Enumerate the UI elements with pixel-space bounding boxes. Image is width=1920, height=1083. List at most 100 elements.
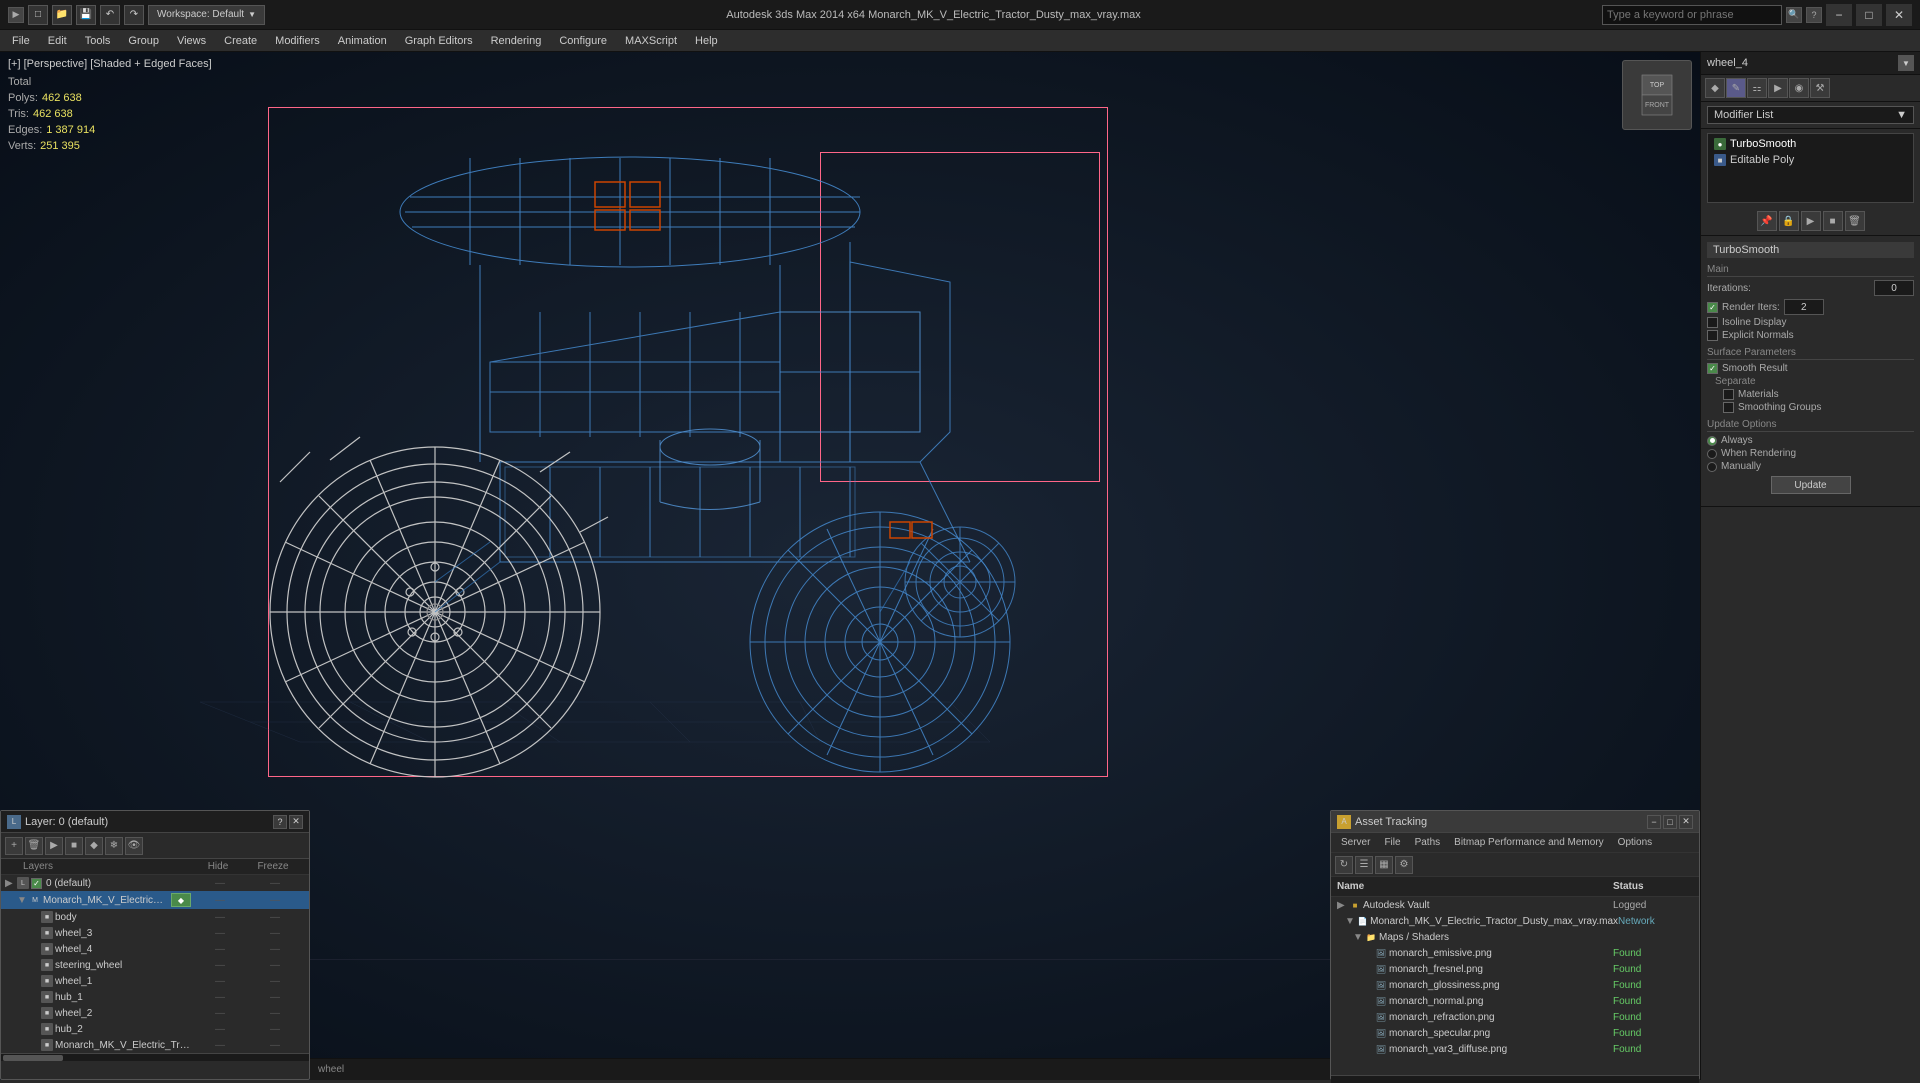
remove-modifier-icon[interactable]: 🗑 bbox=[1845, 211, 1865, 231]
menu-modifiers[interactable]: Modifiers bbox=[267, 33, 328, 49]
layer-item-monarch2[interactable]: ■ Monarch_MK_V_Electric_Tractor_Dusty — … bbox=[1, 1037, 309, 1053]
menu-configure[interactable]: Configure bbox=[551, 33, 615, 49]
layers-freeze-all-btn[interactable]: ❄ bbox=[105, 837, 123, 855]
menu-rendering[interactable]: Rendering bbox=[483, 33, 550, 49]
menu-animation[interactable]: Animation bbox=[330, 33, 395, 49]
smooth-result-checkbox[interactable]: ✓ bbox=[1707, 363, 1718, 374]
motion-icon[interactable]: ▶ bbox=[1768, 78, 1788, 98]
layers-new-btn[interactable]: + bbox=[5, 837, 23, 855]
when-rendering-radio[interactable] bbox=[1707, 449, 1717, 459]
menu-tools[interactable]: Tools bbox=[77, 33, 119, 49]
asset-item-fresnel[interactable]: 🖼 monarch_fresnel.png Found bbox=[1331, 961, 1699, 977]
layer-item-steering[interactable]: ■ steering_wheel — — bbox=[1, 957, 309, 973]
materials-checkbox[interactable] bbox=[1723, 389, 1734, 400]
help-icon[interactable]: ? bbox=[1806, 7, 1822, 23]
lock-icon[interactable]: 🔒 bbox=[1779, 211, 1799, 231]
minimize-btn[interactable]: − bbox=[1826, 4, 1852, 26]
layer-item-monarch[interactable]: ▼ M Monarch_MK_V_Electric_Tractor_Dusty … bbox=[1, 891, 309, 909]
asset-settings-btn[interactable]: ⚙ bbox=[1395, 856, 1413, 874]
show-result-icon[interactable]: ■ bbox=[1823, 211, 1843, 231]
layers-scrollbar-thumb[interactable] bbox=[3, 1055, 63, 1061]
asset-restore-btn[interactable]: □ bbox=[1663, 815, 1677, 829]
asset-item-vault[interactable]: ▶ ■ Autodesk Vault Logged bbox=[1331, 897, 1699, 913]
asset-menu-file[interactable]: File bbox=[1378, 837, 1406, 848]
layers-hide-all-btn[interactable]: 👁 bbox=[125, 837, 143, 855]
render-iters-input[interactable] bbox=[1784, 299, 1824, 315]
asset-menu-bitmap[interactable]: Bitmap Performance and Memory bbox=[1448, 837, 1610, 848]
render-iters-checkbox[interactable]: ✓ bbox=[1707, 302, 1718, 313]
search-icon[interactable]: 🔍 bbox=[1786, 7, 1802, 23]
modifier-list-dropdown[interactable]: Modifier List ▼ bbox=[1707, 106, 1914, 124]
layer-expand-default[interactable]: ▶ bbox=[5, 878, 15, 889]
asset-minimize-btn[interactable]: − bbox=[1647, 815, 1661, 829]
asset-item-refraction[interactable]: 🖼 monarch_refraction.png Found bbox=[1331, 1009, 1699, 1025]
menu-file[interactable]: File bbox=[4, 33, 38, 49]
layers-scrollbar[interactable] bbox=[1, 1053, 309, 1061]
layer-item-wheel4[interactable]: ■ wheel_4 — — bbox=[1, 941, 309, 957]
menu-help[interactable]: Help bbox=[687, 33, 726, 49]
turbosmooth-title[interactable]: TurboSmooth bbox=[1707, 242, 1914, 258]
undo-btn[interactable]: ↶ bbox=[100, 5, 120, 25]
layer-item-wheel1[interactable]: ■ wheel_1 — — bbox=[1, 973, 309, 989]
asset-item-diffuse[interactable]: 🖼 monarch_var3_diffuse.png Found bbox=[1331, 1041, 1699, 1057]
display-icon[interactable]: ◉ bbox=[1789, 78, 1809, 98]
show-end-icon[interactable]: ▶ bbox=[1801, 211, 1821, 231]
layers-titlebar[interactable]: L Layer: 0 (default) ? ✕ bbox=[1, 811, 309, 833]
menu-edit[interactable]: Edit bbox=[40, 33, 75, 49]
layer-active-check[interactable]: ✓ bbox=[31, 878, 42, 889]
layer-expand-monarch[interactable]: ▼ bbox=[17, 895, 27, 906]
asset-item-normal[interactable]: 🖼 monarch_normal.png Found bbox=[1331, 993, 1699, 1009]
layer-item-wheel3[interactable]: ■ wheel_3 — — bbox=[1, 925, 309, 941]
iterations-input[interactable] bbox=[1874, 280, 1914, 296]
asset-titlebar[interactable]: A Asset Tracking − □ ✕ bbox=[1331, 811, 1699, 833]
search-input[interactable] bbox=[1602, 5, 1782, 25]
asset-item-mainfile[interactable]: ▼ 📄 Monarch_MK_V_Electric_Tractor_Dusty_… bbox=[1331, 913, 1699, 929]
manually-radio[interactable] bbox=[1707, 462, 1717, 472]
asset-list-btn[interactable]: ☰ bbox=[1355, 856, 1373, 874]
layer-item-body[interactable]: ■ body — — bbox=[1, 909, 309, 925]
asset-item-specular[interactable]: 🖼 monarch_specular.png Found bbox=[1331, 1025, 1699, 1041]
asset-grid-btn[interactable]: ▦ bbox=[1375, 856, 1393, 874]
menu-create[interactable]: Create bbox=[216, 33, 265, 49]
menu-group[interactable]: Group bbox=[120, 33, 167, 49]
utilities-icon[interactable]: ⚒ bbox=[1810, 78, 1830, 98]
menu-graph-editors[interactable]: Graph Editors bbox=[397, 33, 481, 49]
layers-close-btn[interactable]: ✕ bbox=[289, 815, 303, 829]
nav-cube[interactable]: TOP FRONT bbox=[1622, 60, 1692, 130]
new-file-btn[interactable]: □ bbox=[28, 5, 48, 25]
asset-item-maps[interactable]: ▼ 📁 Maps / Shaders bbox=[1331, 929, 1699, 945]
modify-icon[interactable]: ✎ bbox=[1726, 78, 1746, 98]
smoothing-groups-checkbox[interactable] bbox=[1723, 402, 1734, 413]
layers-help-btn[interactable]: ? bbox=[273, 815, 287, 829]
object-name-dropdown[interactable]: ▼ bbox=[1898, 55, 1914, 71]
layers-add-obj-btn[interactable]: ▶ bbox=[45, 837, 63, 855]
layer-item-hub2[interactable]: ■ hub_2 — — bbox=[1, 1021, 309, 1037]
layers-select-all-btn[interactable]: ◆ bbox=[85, 837, 103, 855]
modifier-turbosmooth[interactable]: ● TurboSmooth bbox=[1710, 136, 1911, 152]
asset-item-emissive[interactable]: 🖼 monarch_emissive.png Found bbox=[1331, 945, 1699, 961]
asset-menu-options[interactable]: Options bbox=[1612, 837, 1658, 848]
asset-scrollbar[interactable] bbox=[1331, 1075, 1699, 1083]
save-file-btn[interactable]: 💾 bbox=[76, 5, 96, 25]
isoline-checkbox[interactable] bbox=[1707, 317, 1718, 328]
layer-item-default[interactable]: ▶ L ✓ 0 (default) — — bbox=[1, 875, 309, 891]
menu-maxscript[interactable]: MAXScript bbox=[617, 33, 685, 49]
layers-delete-btn[interactable]: 🗑 bbox=[25, 837, 43, 855]
pin-icon[interactable]: 📌 bbox=[1757, 211, 1777, 231]
workspace-dropdown[interactable]: Workspace: Default ▼ bbox=[148, 5, 265, 25]
asset-item-glossiness[interactable]: 🖼 monarch_glossiness.png Found bbox=[1331, 977, 1699, 993]
modifier-editable-poly[interactable]: ■ Editable Poly bbox=[1710, 152, 1911, 168]
asset-menu-server[interactable]: Server bbox=[1335, 837, 1376, 848]
explicit-normals-checkbox[interactable] bbox=[1707, 330, 1718, 341]
hierarchy-icon[interactable]: ⚏ bbox=[1747, 78, 1767, 98]
maximize-btn[interactable]: □ bbox=[1856, 4, 1882, 26]
asset-menu-paths[interactable]: Paths bbox=[1409, 837, 1447, 848]
close-btn[interactable]: ✕ bbox=[1886, 4, 1912, 26]
layer-item-wheel2[interactable]: ■ wheel_2 — — bbox=[1, 1005, 309, 1021]
open-file-btn[interactable]: 📁 bbox=[52, 5, 72, 25]
always-radio[interactable] bbox=[1707, 436, 1717, 446]
layers-select-btn[interactable]: ■ bbox=[65, 837, 83, 855]
create-icon[interactable]: ◆ bbox=[1705, 78, 1725, 98]
redo-btn[interactable]: ↷ bbox=[124, 5, 144, 25]
update-btn[interactable]: Update bbox=[1771, 476, 1851, 494]
